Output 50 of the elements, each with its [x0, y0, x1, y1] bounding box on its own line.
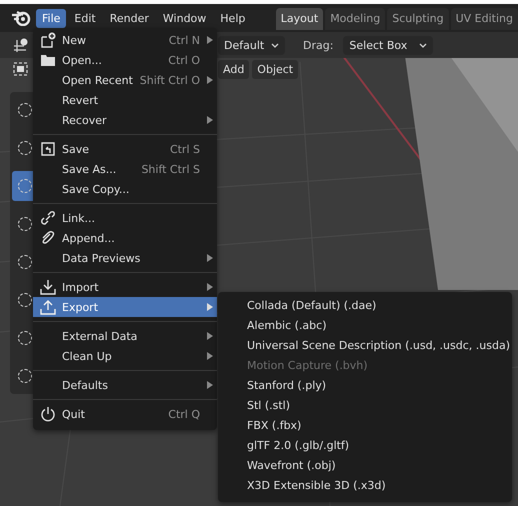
menu-item[interactable]: Export	[33, 297, 217, 317]
menu-item[interactable]: Universal Scene Description (.usd, .usdc, .usda)	[218, 336, 512, 356]
menu-item[interactable]: Link...	[33, 208, 217, 228]
orientation-dropdown[interactable]: Default	[218, 36, 285, 54]
menu-item[interactable]: Save Ctrl S	[33, 139, 217, 159]
menu-item[interactable]: Save Copy...	[33, 179, 217, 199]
workspace-tab[interactable]: Modeling	[325, 8, 386, 30]
folder-icon	[40, 53, 56, 67]
menu-item[interactable]: Stl (.stl)	[218, 396, 512, 416]
workspace-tab[interactable]: Sculpting	[387, 8, 449, 30]
menu-item[interactable]: Quit Ctrl Q	[33, 404, 217, 424]
link-icon	[40, 210, 56, 226]
menu-item[interactable]: Window	[156, 8, 212, 28]
header-button[interactable]: Add	[218, 60, 250, 78]
menu-item[interactable]: Recover	[33, 110, 217, 130]
workspace-tab[interactable]: UV Editing	[450, 8, 518, 30]
drag-label: Drag:	[303, 38, 334, 52]
menu-item[interactable]: Collada (Default) (.dae)	[218, 296, 512, 316]
export-icon	[40, 299, 56, 315]
menu-item[interactable]: Open... Ctrl O	[33, 50, 217, 70]
save-icon	[40, 141, 56, 157]
paperclip-icon	[40, 230, 56, 246]
app-logo-icon[interactable]	[11, 10, 31, 26]
workspace-tab[interactable]: Layout	[276, 8, 324, 30]
menu-item[interactable]: FBX (.fbx)	[218, 416, 512, 436]
menu-item[interactable]: Save As... Shift Ctrl S	[33, 159, 217, 179]
gizmo-icon[interactable]	[12, 37, 30, 53]
menu-item[interactable]: Import	[33, 277, 217, 297]
menu-item[interactable]: Data Previews	[33, 248, 217, 268]
menu-item[interactable]: File	[36, 8, 66, 28]
menu-item[interactable]: Append...	[33, 228, 217, 248]
drag-dropdown[interactable]: Select Box	[343, 36, 434, 54]
menu-item[interactable]: Stanford (.ply)	[218, 376, 512, 396]
chevron-icon	[271, 42, 279, 48]
menu-item[interactable]: Alembic (.abc)	[218, 316, 512, 336]
new-file-icon	[40, 32, 56, 48]
menu-item[interactable]: Help	[214, 8, 252, 28]
menu-item[interactable]: New Ctrl N	[33, 30, 217, 50]
header-button[interactable]: Object	[252, 60, 298, 78]
import-icon	[40, 279, 56, 295]
menu-item[interactable]: Open Recent Shift Ctrl O	[33, 70, 217, 90]
menu-item[interactable]: Render	[104, 8, 155, 28]
chevron-icon	[419, 42, 428, 48]
menu-item[interactable]: Revert	[33, 90, 217, 110]
menu-item[interactable]: X3D Extensible 3D (.x3d)	[218, 476, 512, 496]
power-icon	[40, 406, 56, 422]
menu-item[interactable]: Edit	[68, 8, 102, 28]
menu-item[interactable]: glTF 2.0 (.glb/.gltf)	[218, 436, 512, 456]
select-mode-icon[interactable]	[12, 61, 30, 77]
menu-item[interactable]: Wavefront (.obj)	[218, 456, 512, 476]
